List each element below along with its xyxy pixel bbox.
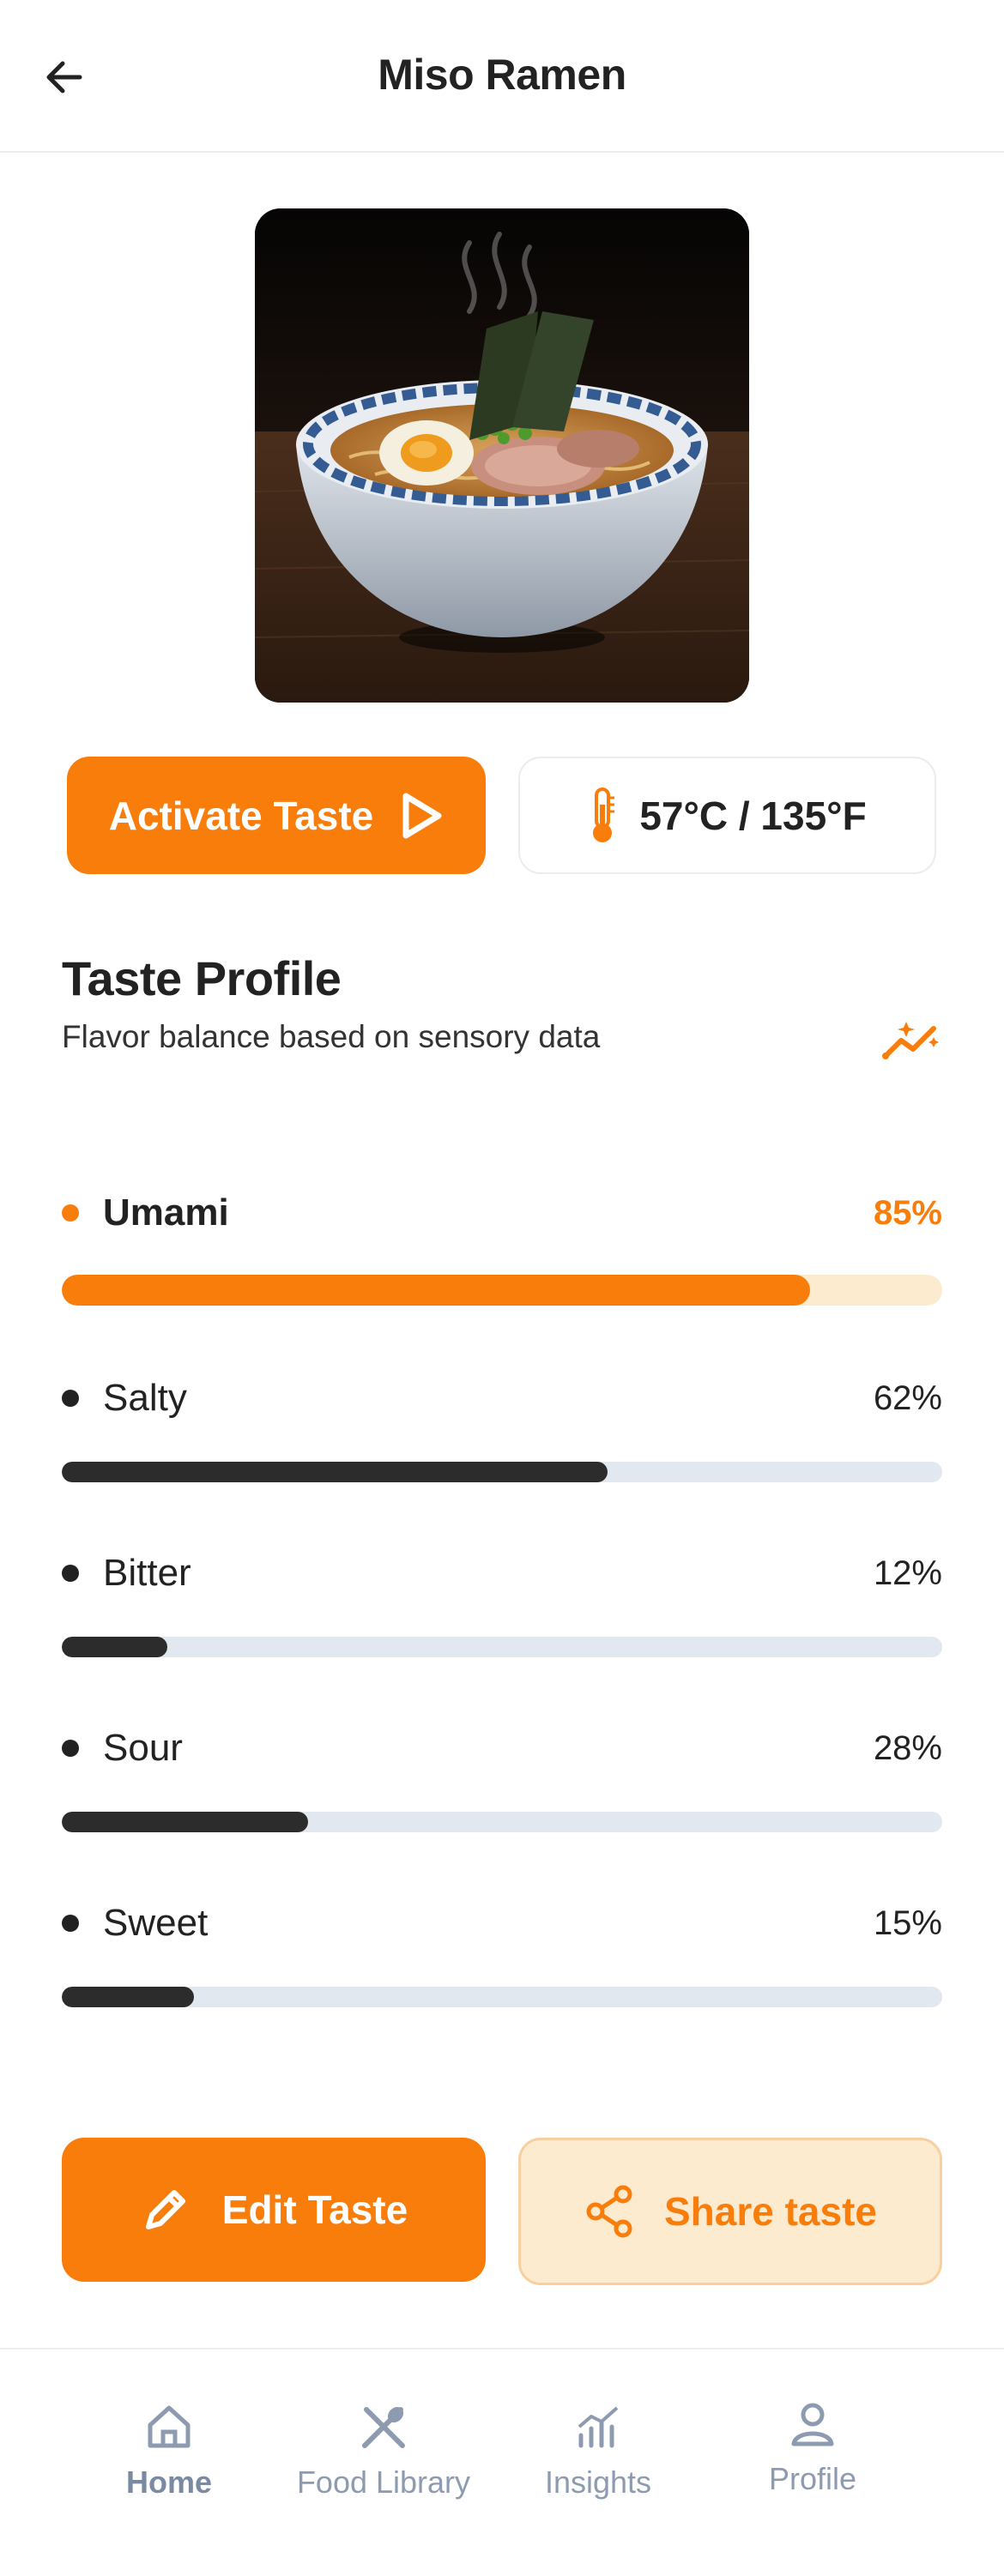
nav-label-food-library: Food Library <box>296 2464 471 2500</box>
taste-bar-fill <box>62 1637 168 1657</box>
share-taste-button[interactable]: Share taste <box>518 2138 942 2285</box>
activate-taste-label: Activate Taste <box>108 793 374 838</box>
app-header: Miso Ramen <box>0 0 1004 153</box>
taste-name: Umami <box>103 1191 229 1234</box>
nav-label-insights: Insights <box>544 2464 652 2500</box>
taste-bar-track <box>62 1987 942 2007</box>
taste-bar-fill <box>62 1812 309 1832</box>
indicator-dot <box>62 1204 79 1222</box>
taste-row-salty: Salty 62% <box>62 1372 942 1482</box>
trend-sparkle-icon <box>882 1022 939 1059</box>
taste-percent: 62% <box>873 1378 942 1417</box>
nav-label-home: Home <box>125 2464 213 2500</box>
indicator-dot <box>62 1390 79 1407</box>
pencil-icon <box>145 2190 185 2229</box>
taste-bar-track <box>62 1462 942 1482</box>
play-icon <box>402 793 442 838</box>
user-icon <box>791 2403 834 2446</box>
taste-percent: 85% <box>873 1193 942 1232</box>
nav-label-profile: Profile <box>768 2461 857 2496</box>
share-icon <box>586 2185 632 2238</box>
taste-percent: 15% <box>873 1903 942 1942</box>
edit-taste-button[interactable]: Edit Taste <box>62 2138 486 2282</box>
ramen-bowl-image <box>255 208 749 703</box>
taste-name: Sweet <box>103 1902 209 1944</box>
taste-row-bitter: Bitter 12% <box>62 1547 942 1657</box>
home-icon <box>148 2405 191 2448</box>
taste-bar-track <box>62 1637 942 1657</box>
taste-bar-track <box>62 1812 942 1832</box>
temperature-chip: 57°C / 135°F <box>518 757 936 874</box>
indicator-dot <box>62 1740 79 1757</box>
temperature-value: 57°C / 135°F <box>639 793 867 838</box>
taste-bar-fill <box>62 1987 194 2007</box>
taste-bar-fill <box>62 1462 608 1482</box>
bottom-navigation: Home Food Library Insights Profile <box>0 2348 1004 2576</box>
dish-photo <box>255 208 749 703</box>
indicator-dot <box>62 1565 79 1582</box>
page-title: Miso Ramen <box>378 51 626 99</box>
nav-item-insights[interactable]: Insights <box>491 2401 705 2501</box>
taste-row-sweet: Sweet 15% <box>62 1897 942 2007</box>
share-taste-label: Share taste <box>663 2189 877 2234</box>
edit-taste-label: Edit Taste <box>221 2187 408 2232</box>
thermometer-icon <box>593 787 615 842</box>
taste-percent: 28% <box>873 1728 942 1767</box>
taste-name: Salty <box>103 1377 187 1419</box>
activate-taste-button[interactable]: Activate Taste <box>67 757 486 874</box>
insights-toggle[interactable] <box>880 1015 944 1066</box>
taste-bar-track <box>62 1275 942 1306</box>
taste-profile-subtitle: Flavor balance based on sensory data <box>62 1019 601 1054</box>
taste-row-sour: Sour 28% <box>62 1722 942 1832</box>
nav-item-profile[interactable]: Profile <box>705 2398 920 2497</box>
taste-percent: 12% <box>873 1553 942 1592</box>
nav-item-food-library[interactable]: Food Library <box>276 2401 491 2501</box>
fork-knife-icon <box>362 2406 405 2448</box>
taste-profile-title: Taste Profile <box>62 951 342 1005</box>
taste-name: Bitter <box>103 1552 191 1594</box>
taste-bar-fill <box>62 1275 811 1306</box>
indicator-dot <box>62 1915 79 1932</box>
taste-row-umami: Umami 85% <box>62 1187 942 1306</box>
bar-chart-icon <box>578 2406 619 2448</box>
nav-item-home[interactable]: Home <box>62 2401 276 2501</box>
taste-name: Sour <box>103 1727 183 1769</box>
